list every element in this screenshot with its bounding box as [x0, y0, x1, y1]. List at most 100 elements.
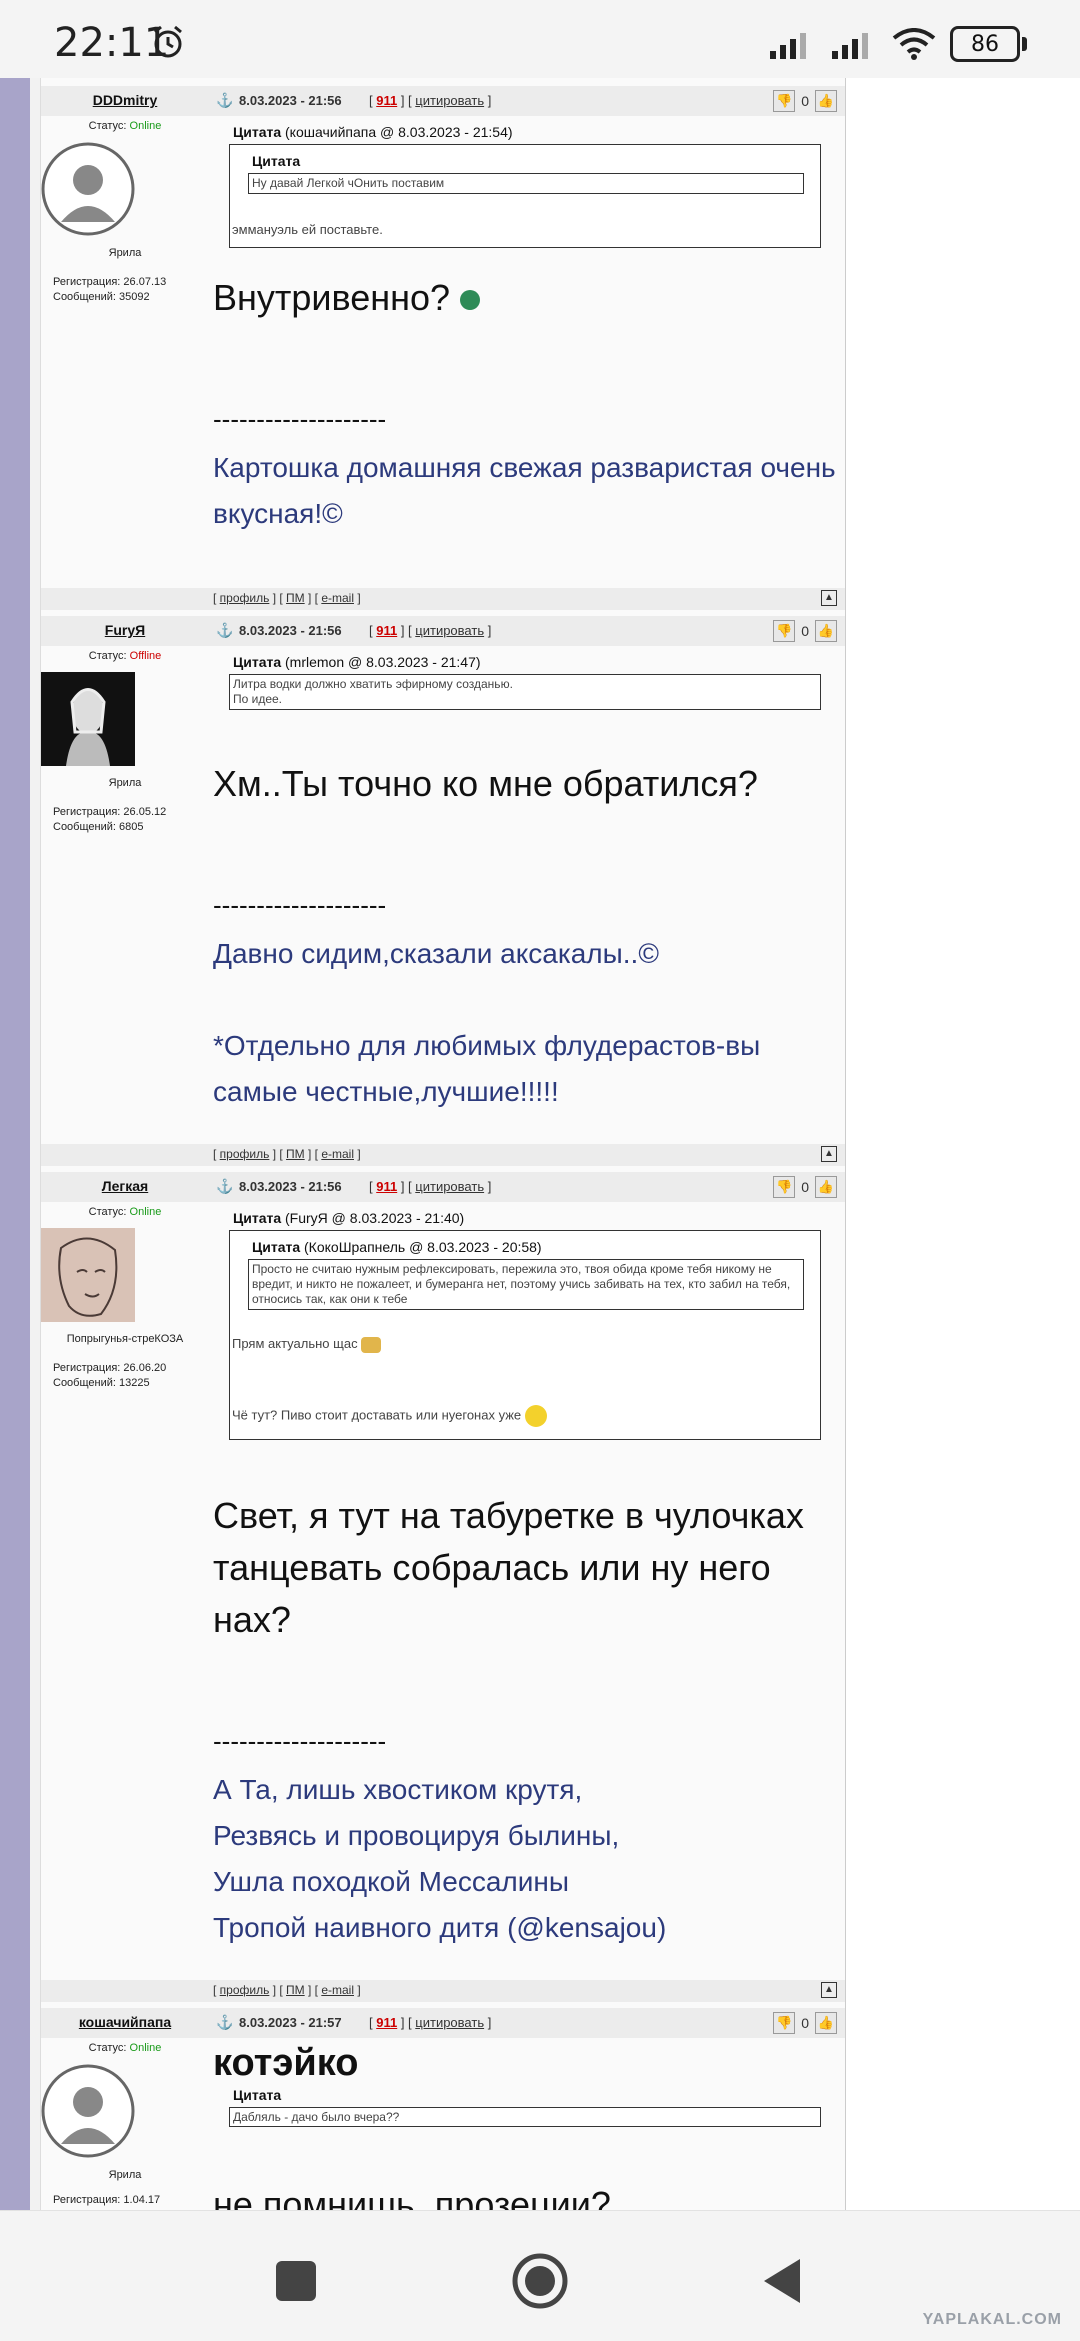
post-header: Легкая ⚓ 8.03.2023 - 21:56 [ 911 ] [ цит… [41, 1172, 845, 1202]
quote-box: Литра водки должно хватить эфирному созд… [229, 674, 821, 710]
rating: 👎 0 👍 [773, 2012, 837, 2034]
scroll-top-icon[interactable]: ▲ [821, 1146, 837, 1162]
post-author[interactable]: кошачийпапа [41, 2014, 209, 2030]
quote-header: Цитата [233, 2087, 282, 2103]
post-links: [ 911 ] [ цитировать ] [369, 1179, 492, 1194]
alarm-icon [154, 25, 182, 58]
user-info: Статус: Online Ярила Регистрация: 1.04.1… [41, 2038, 209, 2208]
quote-header: Цитата (FuryЯ @ 8.03.2023 - 21:40) [233, 1210, 465, 1226]
anchor-icon[interactable]: ⚓ [216, 92, 233, 109]
post-date: 8.03.2023 - 21:56 [239, 623, 342, 638]
anchor-icon[interactable]: ⚓ [216, 622, 233, 639]
quote-text: Литра водки должно хватить эфирному созд… [233, 677, 513, 691]
post-body: котэйко Цитата Дабляль - дачо было вчера… [213, 2038, 837, 2210]
signal-icon [832, 33, 868, 59]
status-bar: 22:11 86 [0, 0, 1080, 78]
thumbs-up-icon[interactable]: 👍 [815, 90, 837, 112]
post-author[interactable]: DDDmitry [41, 92, 209, 108]
user-info: Статус: Offline Ярила Регистрация: 26.05… [41, 646, 209, 835]
pm-link[interactable]: ПМ [286, 591, 305, 605]
post-body: Цитата (кошачийпапа @ 8.03.2023 - 21:54)… [213, 116, 837, 537]
email-link[interactable]: e-mail [321, 1147, 354, 1161]
user-info: Статус: Online Попрыгунья-стреКОЗА Регис… [41, 1202, 209, 1391]
signature-line: Тропой наивного дитя (@kensajou) [213, 1912, 667, 1943]
post-header: DDDmitry ⚓ 8.03.2023 - 21:56 [ 911 ] [ ц… [41, 86, 845, 116]
thumbs-down-icon[interactable]: 👎 [773, 2012, 796, 2034]
signature: Картошка домашняя свежая разваристая оче… [213, 452, 836, 529]
recent-apps-button[interactable] [266, 2251, 326, 2311]
post-number-link[interactable]: 911 [376, 1179, 397, 1194]
avatar[interactable] [41, 672, 135, 766]
smiley-icon [460, 290, 481, 311]
post-author[interactable]: Легкая [41, 1178, 209, 1194]
thumbs-up-icon[interactable]: 👍 [815, 1176, 837, 1198]
post-body: Цитата (FuryЯ @ 8.03.2023 - 21:40) Цитат… [213, 1202, 837, 1951]
user-status: Статус: Online [88, 120, 162, 132]
avatar[interactable] [41, 2064, 135, 2158]
thumbs-up-icon[interactable]: 👍 [815, 620, 837, 642]
anchor-icon[interactable]: ⚓ [216, 2014, 233, 2031]
avatar[interactable] [41, 142, 135, 236]
thumbs-down-icon[interactable]: 👎 [773, 1176, 796, 1198]
user-rank: Попрыгунья-стреКОЗА [66, 1333, 184, 1345]
avatar[interactable] [41, 1228, 135, 1322]
post-date: 8.03.2023 - 21:56 [239, 1179, 342, 1194]
thumbs-down-icon[interactable]: 👎 [773, 620, 796, 642]
post-footer: [ профиль ] [ ПМ ] [ e-mail ] ▲ [41, 1980, 845, 2002]
post-date: 8.03.2023 - 21:56 [239, 93, 342, 108]
user-status: Статус: Online [88, 1206, 162, 1218]
cite-link[interactable]: цитировать [415, 2015, 484, 2030]
post-number-link[interactable]: 911 [376, 2015, 397, 2030]
quote-box: Цитата Ну давай Легкой чОнить поставим э… [229, 144, 821, 248]
post-number-link[interactable]: 911 [376, 93, 397, 108]
post-message: Хм..Ты точно ко мне обратился? [213, 763, 758, 804]
right-margin [846, 78, 1080, 2210]
rating: 👎 0 👍 [773, 620, 837, 642]
rating-value: 0 [801, 623, 809, 639]
profile-link[interactable]: профиль [220, 1147, 270, 1161]
rating-value: 0 [801, 2015, 809, 2031]
user-rank: Ярила [108, 2169, 142, 2181]
nested-quote-title: Цитата [252, 153, 301, 169]
email-link[interactable]: e-mail [321, 1983, 354, 1997]
post-number-link[interactable]: 911 [376, 623, 397, 638]
user-rank: Ярила [108, 777, 142, 789]
smiley-icon [524, 1404, 547, 1427]
post-links: [ 911 ] [ цитировать ] [369, 623, 492, 638]
user-registration: Регистрация: 26.06.20 Сообщений: 13225 [53, 1362, 167, 1389]
pm-link[interactable]: ПМ [286, 1983, 305, 1997]
user-status: Статус: Offline [88, 650, 162, 662]
post-header: кошачийпапа ⚓ 8.03.2023 - 21:57 [ 911 ] … [41, 2008, 845, 2038]
pm-link[interactable]: ПМ [286, 1147, 305, 1161]
scroll-top-icon[interactable]: ▲ [821, 1982, 837, 1998]
home-button[interactable] [510, 2251, 570, 2311]
thumbs-up-icon[interactable]: 👍 [815, 2012, 837, 2034]
cite-link[interactable]: цитировать [415, 1179, 484, 1194]
signature-line: А Та, лишь хвостиком крутя, [213, 1774, 583, 1805]
cite-link[interactable]: цитировать [415, 93, 484, 108]
scroll-top-icon[interactable]: ▲ [821, 590, 837, 606]
thumbs-down-icon[interactable]: 👎 [773, 90, 796, 112]
post-links: [ 911 ] [ цитировать ] [369, 93, 492, 108]
post-header: FuryЯ ⚓ 8.03.2023 - 21:56 [ 911 ] [ цити… [41, 616, 845, 646]
back-button[interactable] [754, 2251, 814, 2311]
battery-level: 86 [971, 31, 999, 57]
user-info: Статус: Online Ярила Регистрация: 26.07.… [41, 116, 209, 305]
post-footer: [ профиль ] [ ПМ ] [ e-mail ] ▲ [41, 588, 845, 610]
profile-link[interactable]: профиль [220, 591, 270, 605]
email-link[interactable]: e-mail [321, 591, 354, 605]
cite-link[interactable]: цитировать [415, 623, 484, 638]
quote-text: Прям актуально щас [232, 1336, 818, 1353]
profile-link[interactable]: профиль [220, 1983, 270, 1997]
signature-line: *Отдельно для любимых флудерастов-вы сам… [213, 1030, 761, 1107]
anchor-icon[interactable]: ⚓ [216, 1178, 233, 1195]
user-registration: Регистрация: 26.05.12 Сообщений: 6805 [53, 806, 167, 833]
quote-text: Дабляль - дачо было вчера?? [233, 2110, 400, 2124]
battery-indicator: 86 [950, 26, 1027, 62]
signal-icon [770, 33, 806, 59]
signature-line: Ушла походкой Мессалины [213, 1866, 569, 1897]
post-message: Внутривенно? [213, 272, 837, 324]
post-footer: [ профиль ] [ ПМ ] [ e-mail ] ▲ [41, 1144, 845, 1166]
post-author[interactable]: FuryЯ [41, 622, 209, 638]
post: кошачийпапа ⚓ 8.03.2023 - 21:57 [ 911 ] … [41, 2008, 845, 2210]
